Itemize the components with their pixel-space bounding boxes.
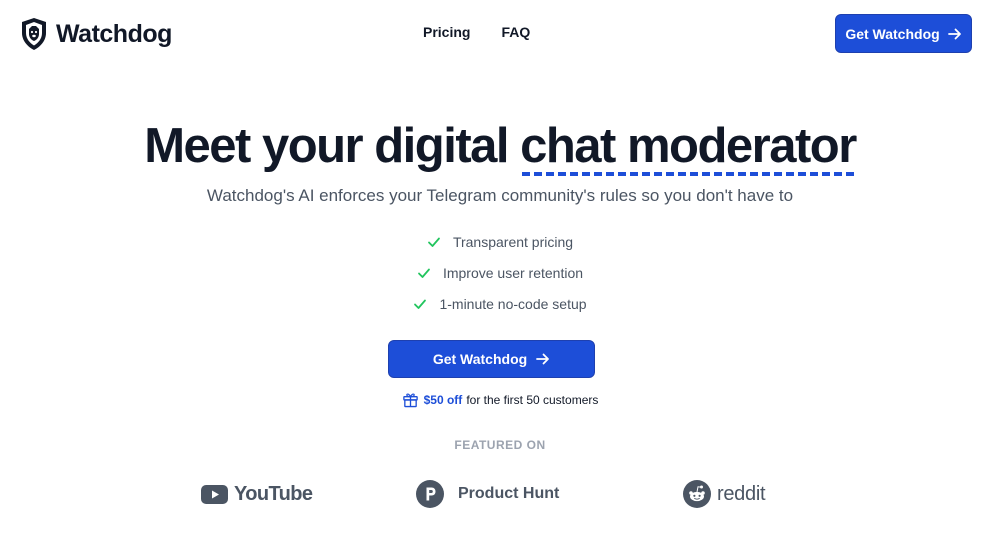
reddit-icon xyxy=(683,480,711,508)
reddit-wordmark: reddit xyxy=(717,482,766,505)
arrow-right-icon xyxy=(947,28,961,39)
product-hunt-logo: Product Hunt xyxy=(416,476,559,512)
youtube-wordmark: YouTube xyxy=(234,482,313,505)
hero-title-plain: Meet your digital xyxy=(144,119,521,173)
feature-item: Improve user retention xyxy=(417,263,583,282)
offer-text: for the first 50 customers xyxy=(466,392,599,407)
header-cta-label: Get Watchdog xyxy=(845,25,940,42)
discount-offer: $50 off for the first 50 customers xyxy=(0,391,1000,408)
youtube-logo: YouTube xyxy=(201,476,313,512)
nav-link-pricing[interactable]: Pricing xyxy=(423,24,470,40)
brand-name: Watchdog xyxy=(56,19,172,48)
brand-link[interactable]: Watchdog xyxy=(20,17,172,51)
feature-label: Transparent pricing xyxy=(452,233,574,250)
hero-get-watchdog-button[interactable]: Get Watchdog xyxy=(388,340,595,378)
hero-title: Meet your digital chat moderator xyxy=(0,118,1000,176)
offer-amount: $50 off xyxy=(423,392,463,407)
feature-item: 1-minute no-code setup xyxy=(413,294,587,313)
gift-icon xyxy=(402,393,418,408)
feature-item: Transparent pricing xyxy=(427,232,573,251)
arrow-right-icon xyxy=(536,353,550,365)
product-hunt-icon xyxy=(416,480,444,508)
dog-shield-icon xyxy=(22,18,46,50)
featured-logos: YouTube Product Hunt reddit xyxy=(0,476,1000,512)
reddit-logo: reddit xyxy=(683,476,766,512)
hero-subtitle: Watchdog's AI enforces your Telegram com… xyxy=(206,186,794,205)
main-nav: Pricing FAQ xyxy=(423,24,530,40)
feature-label: 1-minute no-code setup xyxy=(439,295,587,312)
feature-label: Improve user retention xyxy=(442,264,584,281)
featured-on-label: FEATURED ON xyxy=(454,438,546,452)
hero-title-highlight: chat moderator xyxy=(520,119,857,176)
check-icon xyxy=(418,268,430,278)
check-icon xyxy=(414,299,427,309)
nav-link-faq[interactable]: FAQ xyxy=(501,24,530,40)
youtube-icon xyxy=(201,484,228,504)
site-header: Watchdog Pricing FAQ Get Watchdog xyxy=(0,0,1000,68)
header-get-watchdog-button[interactable]: Get Watchdog xyxy=(835,14,972,53)
feature-list: Transparent pricing Improve user retenti… xyxy=(0,232,1000,313)
product-hunt-wordmark: Product Hunt xyxy=(458,485,560,502)
check-icon xyxy=(428,237,440,247)
hero-cta-label: Get Watchdog xyxy=(432,351,528,367)
